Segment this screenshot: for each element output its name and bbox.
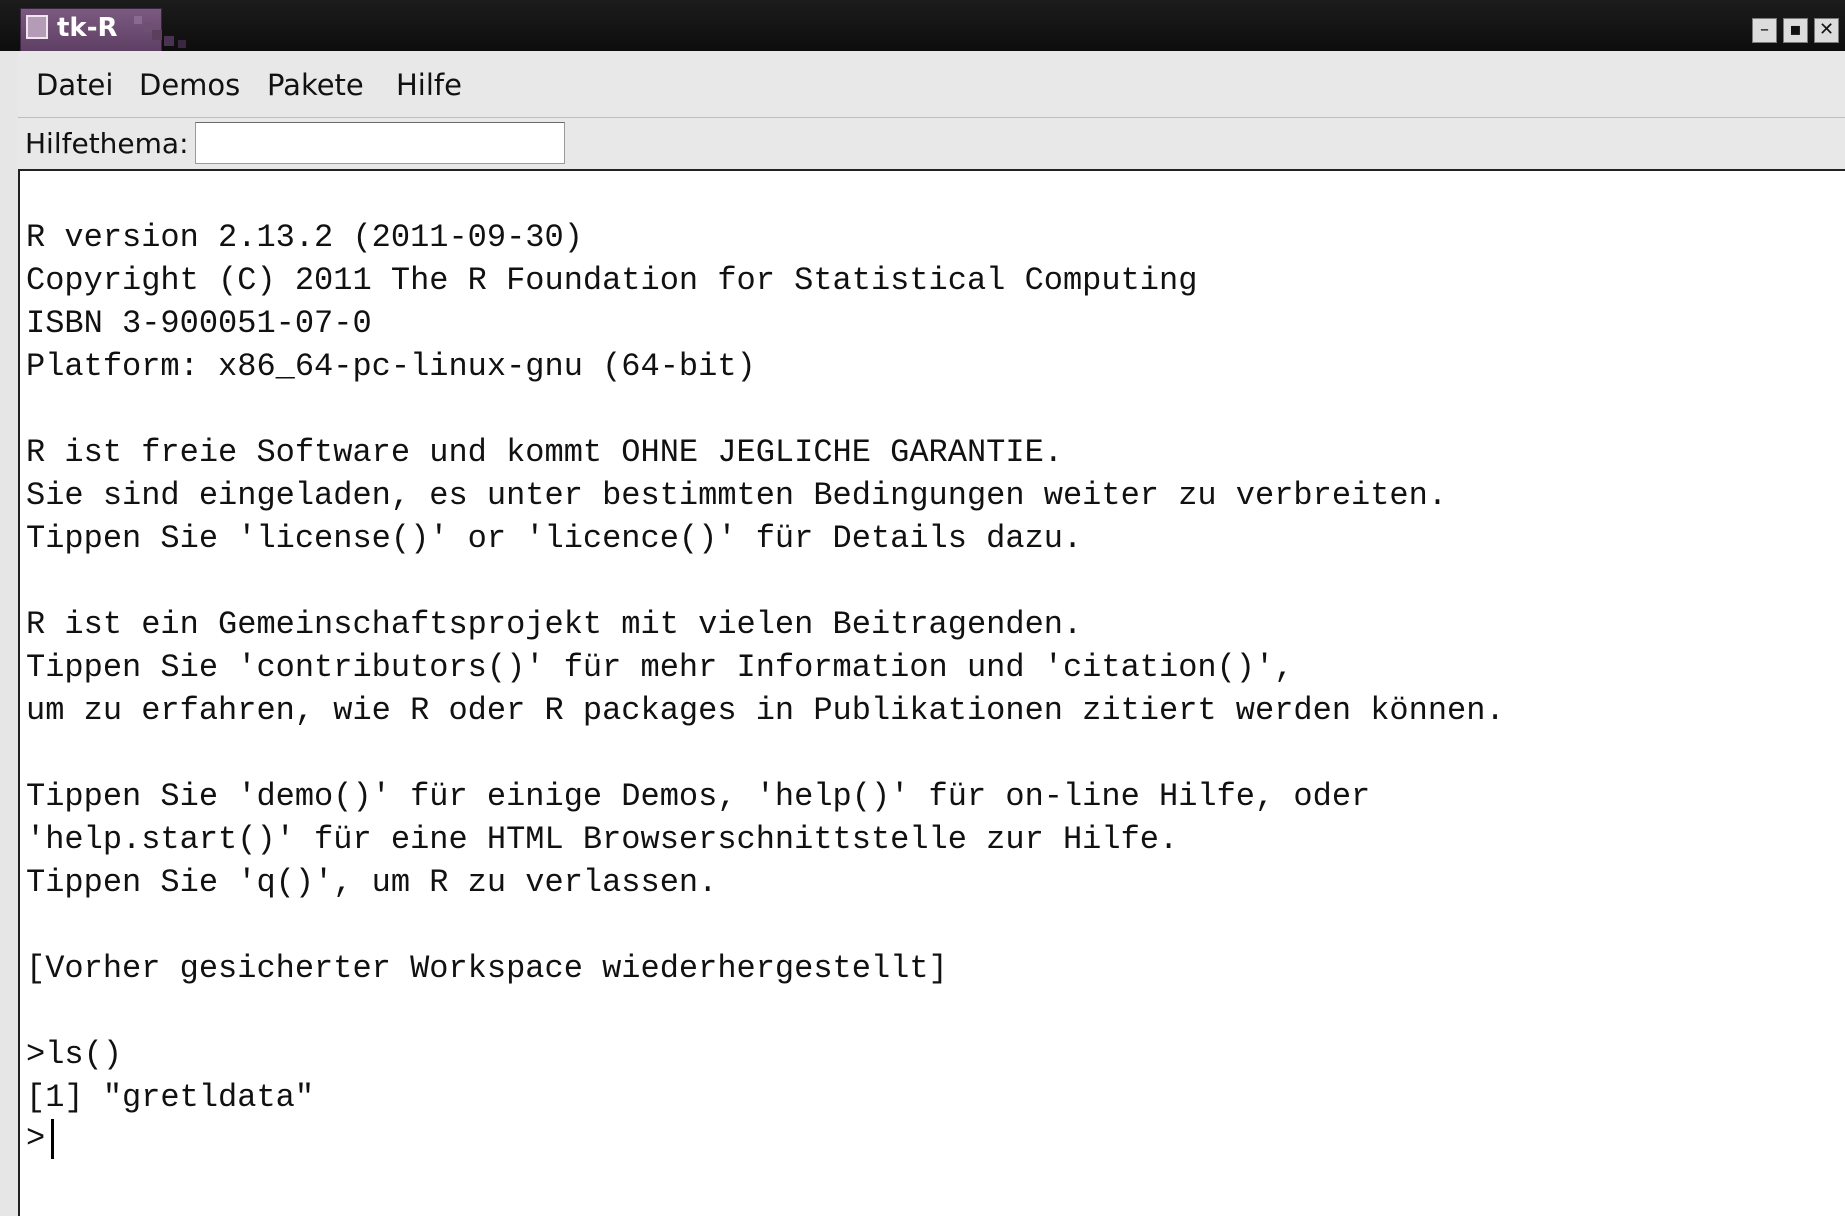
maximize-button[interactable]: ▪ [1783,18,1808,43]
console-line: Copyright (C) 2011 The R Foundation for … [26,262,1198,299]
console-line: R version 2.13.2 (2011-09-30) [26,219,583,256]
minimize-icon: – [1760,19,1769,40]
console-output: R version 2.13.2 (2011-09-30) Copyright (… [26,216,1505,1119]
help-topic-input[interactable] [195,122,565,164]
console-line: Sie sind eingeladen, es unter bestimmten… [26,477,1448,514]
title-decoration-icon [134,16,186,48]
console-line: ISBN 3-900051-07-0 [26,305,372,342]
console-line: R ist freie Software und kommt OHNE JEGL… [26,434,1063,471]
console-line: [1] "gretldata" [26,1079,315,1116]
maximize-icon: ▪ [1789,19,1802,40]
console-prompt: > [26,1120,46,1157]
menu-demos[interactable]: Demos [139,67,240,103]
window-icon[interactable] [26,15,48,39]
console-line: [Vorher gesicherter Workspace wiederherg… [26,950,948,987]
close-icon: ✕ [1818,19,1835,40]
console-line: 'help.start()' für eine HTML Browserschn… [26,821,1179,858]
console-prompt-row[interactable]: > [26,1117,55,1160]
title-bar[interactable]: tk-R – ▪ ✕ [0,0,1845,52]
minimize-button[interactable]: – [1752,18,1777,43]
console-line: >ls() [26,1036,123,1073]
console-line: Tippen Sie 'demo()' für einige Demos, 'h… [26,778,1371,815]
console-line: Platform: x86_64-pc-linux-gnu (64-bit) [26,348,756,385]
window-title: tk-R [57,13,118,43]
menu-hilfe[interactable]: Hilfe [396,67,462,103]
tk-r-window: tk-R – ▪ ✕ Datei Demos Pakete Hilfe Hilf… [0,0,1845,1216]
r-console[interactable]: R version 2.13.2 (2011-09-30) Copyright (… [18,171,1845,1216]
help-topic-label: Hilfethema: [25,127,189,160]
console-line: Tippen Sie 'contributors()' für mehr Inf… [26,649,1294,686]
console-line: R ist ein Gemeinschaftsprojekt mit viele… [26,606,1083,643]
menu-datei[interactable]: Datei [36,67,113,103]
close-button[interactable]: ✕ [1814,18,1839,43]
console-line: Tippen Sie 'q()', um R zu verlassen. [26,864,718,901]
console-line: Tippen Sie 'license()' or 'licence()' fü… [26,520,1083,557]
menu-bar: Datei Demos Pakete Hilfe [18,51,1845,118]
help-topic-bar: Hilfethema: [18,118,1845,171]
menu-pakete[interactable]: Pakete [267,67,364,103]
text-cursor [51,1118,55,1159]
console-line: um zu erfahren, wie R oder R packages in… [26,692,1505,729]
